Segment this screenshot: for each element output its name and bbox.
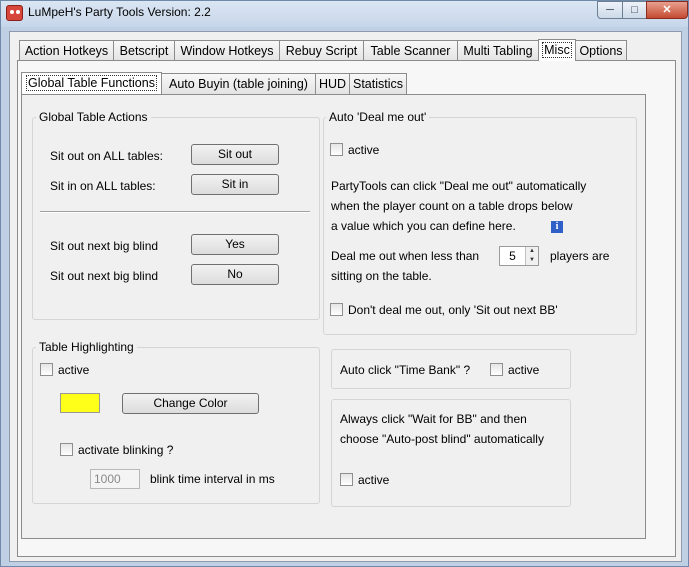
tab-rebuy-script[interactable]: Rebuy Script — [279, 40, 364, 61]
tab-action-hotkeys[interactable]: Action Hotkeys — [19, 40, 114, 61]
subtab-statistics[interactable]: Statistics — [349, 73, 407, 94]
tab-options[interactable]: Options — [575, 40, 627, 61]
highlighting-active-label: active — [58, 363, 90, 377]
subtab-auto-buyin[interactable]: Auto Buyin (table joining) — [161, 73, 316, 94]
deal-me-out-title: Auto 'Deal me out' — [326, 110, 430, 124]
sit-in-all-label: Sit in on ALL tables: — [50, 179, 156, 193]
time-bank-checkbox[interactable] — [490, 363, 503, 376]
highlighting-active-checkbox[interactable] — [40, 363, 53, 376]
divider — [40, 211, 310, 213]
player-count-spinner[interactable]: 5 ▲ ▼ — [499, 246, 539, 266]
app-logo-icon — [6, 5, 23, 21]
sit-out-all-button[interactable]: Sit out — [191, 144, 279, 165]
tab-multi-tabling[interactable]: Multi Tabling — [457, 40, 539, 61]
time-bank-label: Auto click "Time Bank" ? — [340, 363, 471, 377]
global-functions-panel: Global Table Actions Sit out on ALL tabl… — [21, 94, 646, 539]
blinking-label: activate blinking ? — [78, 443, 174, 457]
minimize-button[interactable]: ─ — [597, 1, 623, 19]
less-than-label: Deal me out when less than — [331, 249, 480, 263]
sit-out-all-label: Sit out on ALL tables: — [50, 149, 163, 163]
dont-deal-checkbox[interactable] — [330, 303, 343, 316]
sitting-label: sitting on the table. — [331, 269, 432, 283]
deal-me-out-desc-3: a value which you can define here. — [331, 219, 516, 233]
deal-me-out-active-label: active — [348, 143, 380, 157]
tab-betscript[interactable]: Betscript — [113, 40, 175, 61]
app-window: LuMpeH's Party Tools Version: 2.2 ─ □ ✕ … — [0, 0, 689, 567]
table-highlighting-title: Table Highlighting — [36, 340, 137, 354]
maximize-button[interactable]: □ — [622, 1, 647, 19]
info-icon[interactable]: i — [551, 221, 563, 233]
deal-me-out-desc-1: PartyTools can click "Deal me out" autom… — [331, 179, 587, 193]
deal-me-out-active-checkbox[interactable] — [330, 143, 343, 156]
client-area: Action Hotkeys Betscript Window Hotkeys … — [9, 31, 682, 562]
window-title: LuMpeH's Party Tools Version: 2.2 — [28, 5, 211, 19]
wait-bb-desc-2: choose "Auto-post blind" automatically — [340, 432, 544, 446]
subtab-hud[interactable]: HUD — [315, 73, 350, 94]
tab-misc[interactable]: Misc — [538, 39, 576, 61]
title-bar[interactable]: LuMpeH's Party Tools Version: 2.2 ─ □ ✕ — [1, 1, 688, 27]
spin-up-icon[interactable]: ▲ — [525, 247, 538, 256]
close-button[interactable]: ✕ — [646, 1, 688, 19]
wait-bb-checkbox[interactable] — [340, 473, 353, 486]
wait-bb-active-label: active — [358, 473, 390, 487]
spin-down-icon[interactable]: ▼ — [525, 256, 538, 265]
global-actions-title: Global Table Actions — [36, 110, 151, 124]
players-are-label: players are — [550, 249, 610, 263]
tab-table-scanner[interactable]: Table Scanner — [363, 40, 458, 61]
misc-tab-panel: Global Table Functions Auto Buyin (table… — [17, 60, 676, 557]
time-bank-active-label: active — [508, 363, 540, 377]
sit-out-bb-label: Sit out next big blind — [50, 239, 159, 253]
deal-me-out-desc-2: when the player count on a table drops b… — [331, 199, 573, 213]
subtab-global-table-functions[interactable]: Global Table Functions — [21, 72, 162, 94]
dont-deal-label: Don't deal me out, only 'Sit out next BB… — [348, 303, 558, 317]
sit-out-bb-label-2: Sit out next big blind — [50, 269, 159, 283]
tab-window-hotkeys[interactable]: Window Hotkeys — [174, 40, 280, 61]
blinking-checkbox[interactable] — [60, 443, 73, 456]
blink-interval-input[interactable]: 1000 — [90, 469, 140, 489]
wait-bb-desc-1: Always click "Wait for BB" and then — [340, 412, 527, 426]
highlight-color-swatch — [60, 393, 100, 413]
sit-out-bb-yes-button[interactable]: Yes — [191, 234, 279, 255]
player-count-value[interactable]: 5 — [500, 247, 525, 265]
sit-in-all-button[interactable]: Sit in — [191, 174, 279, 195]
change-color-button[interactable]: Change Color — [122, 393, 259, 414]
blink-interval-label: blink time interval in ms — [150, 472, 275, 486]
sit-out-bb-no-button[interactable]: No — [191, 264, 279, 285]
